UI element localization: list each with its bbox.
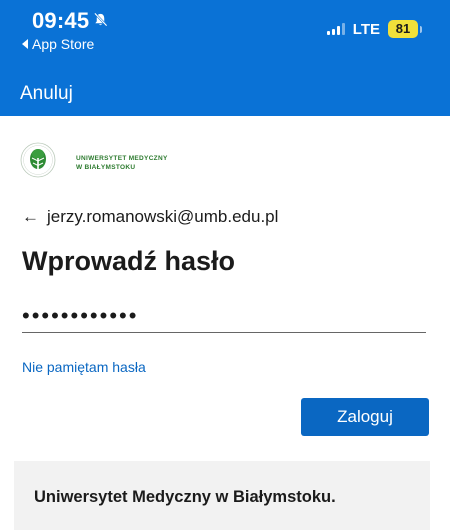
clock: 09:45 [32,8,90,33]
back-to-app-store[interactable]: App Store [22,36,94,52]
status-indicators: LTE 81 [326,20,422,38]
account-email: jerzy.romanowski@umb.edu.pl [47,207,279,226]
account-row: ← jerzy.romanowski@umb.edu.pl [22,207,278,227]
header-bar: 09:45 App Store LTE 81 Anuluj [0,0,450,116]
back-triangle-icon [22,39,28,49]
silent-bell-icon [93,12,108,30]
cancel-button[interactable]: Anuluj [20,83,73,105]
footer-banner: Uniwersytet Medyczny w Białymstoku. [14,461,430,530]
forgot-password-link[interactable]: Nie pamiętam hasła [22,359,146,375]
university-logo: UNIWERSYTET MEDYCZNY W BIAŁYMSTOKU [20,142,168,183]
status-time: 09:45 [32,8,108,34]
arrow-left-icon[interactable]: ← [22,207,39,227]
logo-line-1: UNIWERSYTET MEDYCZNY [76,154,168,162]
password-input[interactable]: •••••••••••• [22,300,426,333]
back-app-label: App Store [32,36,95,52]
sign-in-screen: 09:45 App Store LTE 81 Anuluj UNIWERSYTE… [0,0,450,530]
logo-line-2: W BIAŁYMSTOKU [76,163,136,171]
sign-in-button[interactable]: Zaloguj [301,398,429,436]
page-title: Wprowadź hasło [22,246,236,276]
logo-wordmark: UNIWERSYTET MEDYCZNY W BIAŁYMSTOKU [76,154,168,172]
battery-level: 81 [388,20,418,38]
signal-icon [326,23,347,35]
footer-text: Uniwersytet Medyczny w Białymstoku. [34,488,336,506]
network-type: LTE [352,20,380,38]
university-seal-icon [20,142,56,183]
battery-icon: 81 [388,20,422,38]
